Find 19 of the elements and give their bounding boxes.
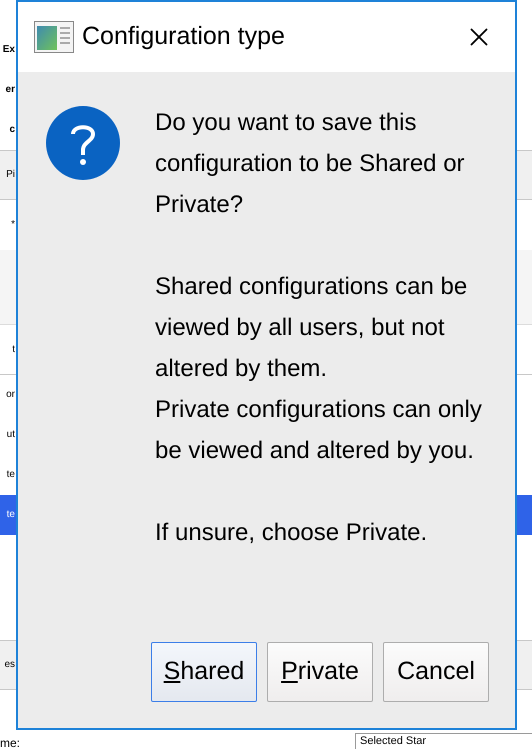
value-field[interactable]: Selected Star xyxy=(355,733,532,749)
window-title: Configuration type xyxy=(82,21,286,52)
field-label: me: xyxy=(0,737,22,749)
modified-marker: * xyxy=(10,220,15,230)
dialog-button[interactable]: Private xyxy=(267,642,373,702)
app-window-icon xyxy=(34,21,74,53)
tab-label[interactable]: Pi xyxy=(0,170,15,180)
question-icon xyxy=(46,106,120,180)
message-text: Private configurations can only be viewed and altered by you. xyxy=(155,395,483,466)
message-text: Do you want to save this configuration to be Shared or Private? xyxy=(155,108,466,220)
dialog-button[interactable]: Shared xyxy=(151,642,257,702)
section-label: es xyxy=(3,660,15,670)
heading-text: c xyxy=(8,125,15,135)
column-header: t xyxy=(11,344,15,354)
dialog-button[interactable]: Cancel xyxy=(383,642,489,702)
message-text: Shared configurations can be viewed by all users, but not altered by them. xyxy=(155,272,468,384)
heading-text: er xyxy=(4,85,15,95)
message-text: If unsure, choose Private. xyxy=(155,518,428,548)
heading-text: Ex xyxy=(2,45,15,55)
